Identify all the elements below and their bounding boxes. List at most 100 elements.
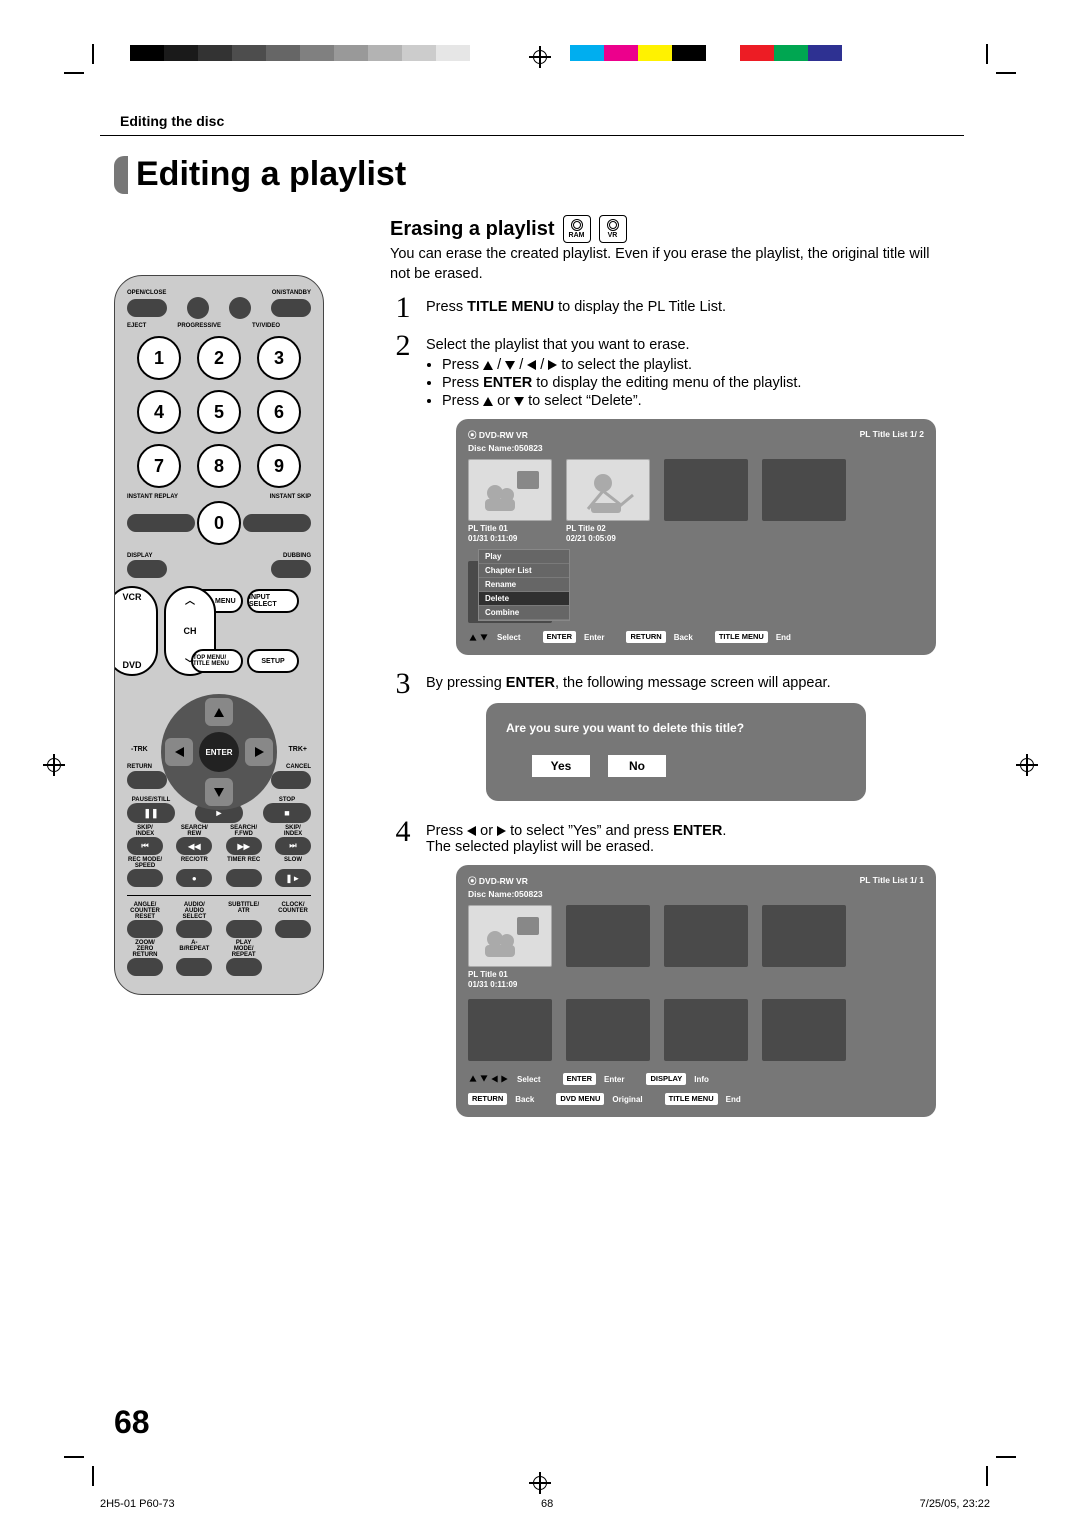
arrow-down-icon (514, 397, 524, 406)
standby-button[interactable] (271, 299, 311, 317)
dpad-down[interactable] (205, 778, 233, 806)
subheading-text: Erasing a playlist (390, 218, 555, 241)
rec-button-3[interactable]: ❚► (275, 869, 311, 887)
progressive-button[interactable] (187, 297, 209, 319)
audio-button[interactable] (176, 920, 212, 938)
arrow-up-icon (483, 361, 493, 370)
osd-legend: SelectENTEREnterRETURNBackTITLE MENUEnd (468, 631, 924, 643)
stop-button[interactable]: ■ (263, 803, 311, 823)
instant-skip-button[interactable] (243, 514, 311, 532)
keypad-9[interactable]: 9 (257, 444, 301, 488)
playlist-thumb-empty (664, 999, 748, 1061)
open-close-button[interactable] (127, 299, 167, 317)
seek-button-2[interactable]: ▶▶ (226, 837, 262, 855)
keypad-2[interactable]: 2 (197, 336, 241, 380)
tv-video-button[interactable] (229, 297, 251, 319)
setup-button[interactable]: SETUP (247, 649, 299, 673)
footer-filename: 2H5-01 P60-73 (100, 1498, 175, 1510)
playlist-thumb-empty (762, 905, 846, 967)
dpad-up[interactable] (205, 698, 233, 726)
angle-button[interactable] (127, 920, 163, 938)
dpad-left[interactable] (165, 738, 193, 766)
playlist-thumb-empty (664, 905, 748, 967)
dpad-right[interactable] (245, 738, 273, 766)
return-button[interactable] (127, 771, 167, 789)
input-select-button[interactable]: INPUT SELECT (247, 589, 299, 613)
step-4: 4 Press or to select ”Yes” and press ENT… (390, 817, 970, 1123)
step-number: 1 (390, 293, 416, 323)
edit-menu-item[interactable]: Chapter List (479, 564, 569, 578)
intro-paragraph: You can erase the created playlist. Even… (390, 245, 950, 284)
rec-button-2[interactable] (226, 869, 262, 887)
playlist-thumb-empty (468, 999, 552, 1061)
step-number: 4 (390, 817, 416, 1123)
thumb-preview-icon (573, 465, 643, 515)
rec-button-0[interactable] (127, 869, 163, 887)
edit-menu-item[interactable]: Delete (479, 592, 569, 606)
subtitle-button[interactable] (226, 920, 262, 938)
vcr-dvd-rocker[interactable]: VCR DVD (114, 586, 158, 676)
registration-mark-right (1016, 754, 1038, 776)
keypad-8[interactable]: 8 (197, 444, 241, 488)
page-title-text: Editing a playlist (136, 155, 406, 194)
playlist-thumb-empty (566, 905, 650, 967)
arrow-right-icon (548, 360, 557, 370)
keypad-6[interactable]: 6 (257, 390, 301, 434)
disc-icon: ⦿ (468, 430, 477, 440)
title-tab-icon (114, 156, 128, 194)
disc-icon: ⦿ (468, 876, 477, 886)
keypad-0[interactable]: 0 (197, 501, 241, 545)
rec-button-1[interactable]: ● (176, 869, 212, 887)
mode-cluster: DVD MENU VCR DVD ︿ CH ﹀ INPUT SELECT TOP… (133, 586, 305, 676)
process-colorbar (570, 45, 842, 61)
pause-button[interactable]: ❚❚ (127, 803, 175, 823)
osd-legend: SelectENTEREnterDISPLAYInfoRETURNBackDVD… (468, 1069, 924, 1105)
seek-button-3[interactable]: ⏭ (275, 837, 311, 855)
playlist-thumb-empty (762, 459, 846, 521)
edit-menu-item[interactable]: Rename (479, 578, 569, 592)
steps-list: 1 Press TITLE MENU to display the PL Tit… (390, 293, 970, 1131)
keypad-3[interactable]: 3 (257, 336, 301, 380)
header-rule (100, 135, 964, 136)
arrow-left-icon (527, 360, 536, 370)
arrow-icons (468, 633, 489, 642)
zoom-button[interactable] (127, 958, 163, 976)
page-number: 68 (114, 1404, 150, 1441)
subheading: Erasing a playlist RAM VR (390, 215, 627, 243)
playlist-thumb-empty (762, 999, 846, 1061)
edit-menu-item[interactable]: Play (479, 550, 569, 564)
arrow-down-icon (505, 361, 515, 370)
disc-badge-vr: VR (599, 215, 627, 243)
step-number: 3 (390, 669, 416, 809)
seek-button-0[interactable]: ⏮ (127, 837, 163, 855)
display-button[interactable] (127, 560, 167, 578)
playlist-thumb-1 (468, 905, 552, 967)
osd-title-list-2: ⦿ DVD-RW VR PL Title List 1/ 1 Disc Name… (456, 865, 936, 1117)
edit-menu-item[interactable]: Combine (479, 606, 569, 620)
playlist-thumb-1 (468, 459, 552, 521)
keypad-7[interactable]: 7 (137, 444, 181, 488)
thumb-preview-icon (475, 465, 545, 515)
playlist-thumb-empty (566, 999, 650, 1061)
playmode-button[interactable] (226, 958, 262, 976)
seek-button-1[interactable]: ◀◀ (176, 837, 212, 855)
keypad-1[interactable]: 1 (137, 336, 181, 380)
print-footer: 2H5-01 P60-73 68 7/25/05, 23:22 (100, 1498, 990, 1510)
clock-button[interactable] (275, 920, 311, 938)
confirm-message: Are you sure you want to delete this tit… (506, 721, 846, 735)
keypad-5[interactable]: 5 (197, 390, 241, 434)
registration-mark-top (529, 46, 551, 68)
confirm-no-button[interactable]: No (608, 755, 666, 777)
cropmark-bl (64, 1456, 94, 1486)
keypad-4[interactable]: 4 (137, 390, 181, 434)
step-number: 2 (390, 331, 416, 661)
dubbing-button[interactable] (271, 560, 311, 578)
instant-replay-button[interactable] (127, 514, 195, 532)
cropmark-tr (986, 44, 1016, 74)
ab-repeat-button[interactable] (176, 958, 212, 976)
title-menu-button[interactable]: TOP MENU/ TITLE MENU (191, 649, 243, 673)
enter-button[interactable]: ENTER (199, 732, 239, 772)
cancel-button[interactable] (271, 771, 311, 789)
section-header: Editing the disc (120, 113, 224, 129)
confirm-yes-button[interactable]: Yes (532, 755, 590, 777)
